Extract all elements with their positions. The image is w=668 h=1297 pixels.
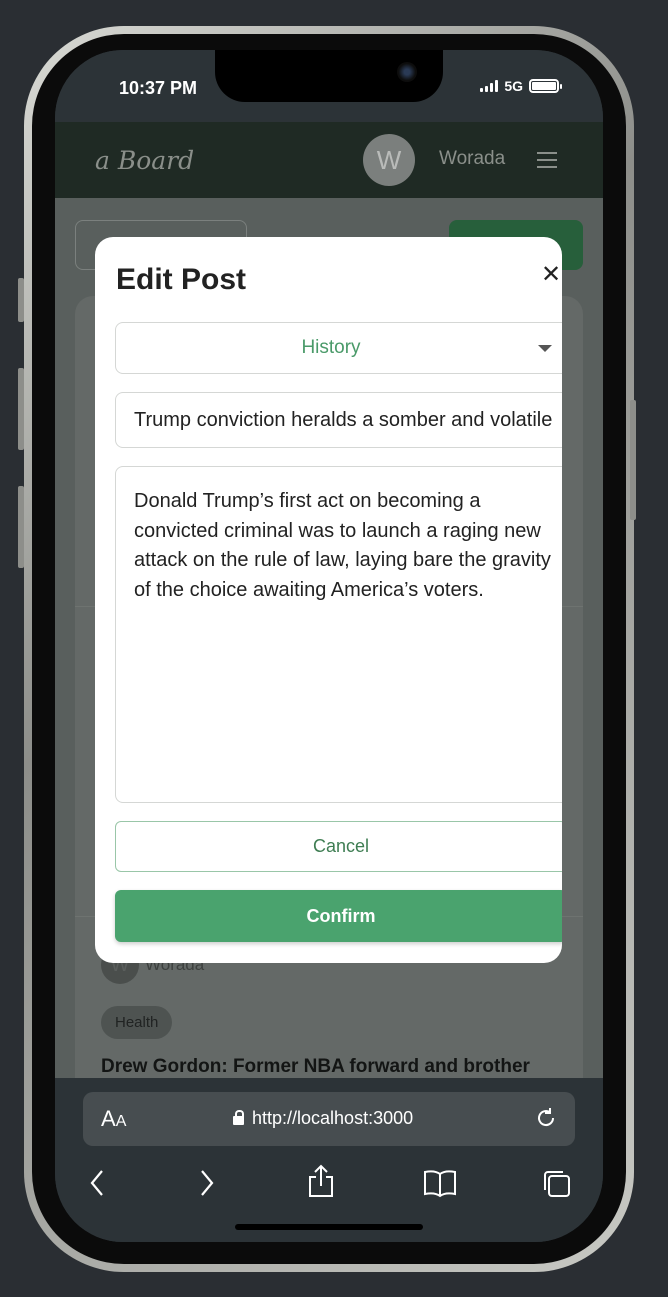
cancel-button[interactable]: Cancel: [115, 821, 562, 872]
share-icon[interactable]: [307, 1164, 335, 1203]
notch: [215, 50, 443, 102]
chevron-down-icon: [538, 345, 552, 352]
post-title-input[interactable]: [115, 392, 562, 448]
modal-title: Edit Post: [116, 263, 247, 296]
text-size-button[interactable]: AA: [101, 1106, 126, 1132]
tabs-icon[interactable]: [541, 1168, 573, 1205]
app-header: a Board W Worada: [55, 122, 603, 198]
category-select[interactable]: History: [115, 322, 562, 374]
username-label[interactable]: Worada: [439, 148, 505, 170]
forward-icon[interactable]: [197, 1168, 217, 1203]
browser-toolbar: AA http://localhost:3000: [55, 1078, 603, 1242]
volume-up-button: [18, 368, 24, 450]
reload-icon[interactable]: [533, 1105, 559, 1136]
app-viewport: a Board W Worada W Worada Health Drew Go…: [55, 122, 603, 1078]
volume-down-button: [18, 486, 24, 568]
hamburger-menu-icon[interactable]: [537, 152, 557, 173]
browser-nav: [55, 1164, 603, 1208]
app-logo[interactable]: a Board: [95, 146, 194, 175]
post-body-textarea[interactable]: Donald Trump’s first act on becoming a c…: [115, 466, 562, 803]
edit-post-modal: Edit Post ✕ History Donald Trump’s first…: [95, 237, 562, 963]
home-indicator: [235, 1224, 423, 1230]
camera-icon: [397, 62, 417, 82]
post-title: Drew Gordon: Former NBA forward and brot…: [101, 1056, 530, 1077]
post-tag: Health: [101, 1006, 173, 1039]
battery-icon: [529, 79, 562, 93]
signal-icon: [480, 80, 499, 92]
close-icon[interactable]: ✕: [541, 263, 561, 287]
phone-screen: 10:37 PM 5G a Board W Worada W Worada He…: [55, 50, 603, 1242]
back-icon[interactable]: [87, 1168, 107, 1203]
avatar[interactable]: W: [363, 134, 415, 186]
status-time: 10:37 PM: [119, 78, 198, 98]
bookmarks-icon[interactable]: [423, 1168, 457, 1203]
confirm-button[interactable]: Confirm: [115, 890, 562, 942]
status-bar: 10:37 PM 5G: [55, 50, 603, 122]
category-value: History: [301, 337, 361, 358]
url-display[interactable]: http://localhost:3000: [233, 1108, 413, 1129]
url-text: http://localhost:3000: [252, 1108, 414, 1128]
lock-icon: [233, 1110, 244, 1125]
status-indicators: 5G: [480, 78, 562, 94]
address-bar[interactable]: AA http://localhost:3000: [83, 1092, 575, 1146]
power-button: [630, 400, 636, 520]
silent-switch: [18, 278, 24, 322]
network-label: 5G: [504, 78, 523, 94]
